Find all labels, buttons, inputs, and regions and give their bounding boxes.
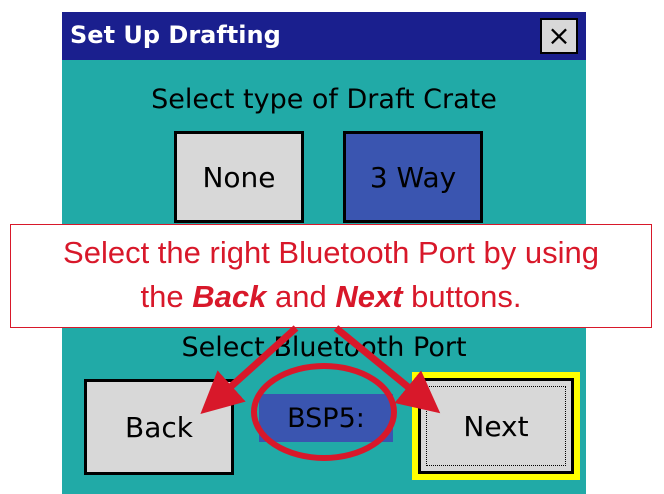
instruction-callout: Select the right Bluetooth Port by using… (10, 224, 652, 328)
dialog-title: Set Up Drafting (70, 21, 281, 49)
close-icon: × (547, 19, 571, 52)
bluetooth-port-heading: Select Bluetooth Port (181, 332, 467, 363)
callout-back-word: Back (192, 279, 267, 314)
title-bar: Set Up Drafting × (62, 12, 586, 60)
callout-middle: and (266, 279, 336, 314)
close-button[interactable]: × (540, 18, 578, 54)
callout-line-2: the Back and Next buttons. (11, 275, 651, 319)
callout-suffix: buttons. (402, 279, 522, 314)
callout-next-word: Next (335, 279, 403, 314)
bluetooth-port-value: BSP5: (259, 394, 393, 442)
draft-crate-heading: Select type of Draft Crate (151, 84, 497, 115)
next-button-focus-highlight: Next (412, 372, 580, 480)
next-button[interactable]: Next (418, 378, 574, 474)
draft-crate-3way-button[interactable]: 3 Way (343, 131, 483, 223)
callout-prefix: the (140, 279, 193, 314)
focus-rectangle (426, 386, 566, 466)
callout-line-1: Select the right Bluetooth Port by using (63, 235, 599, 270)
back-button[interactable]: Back (84, 379, 234, 475)
draft-crate-none-button[interactable]: None (174, 131, 304, 223)
